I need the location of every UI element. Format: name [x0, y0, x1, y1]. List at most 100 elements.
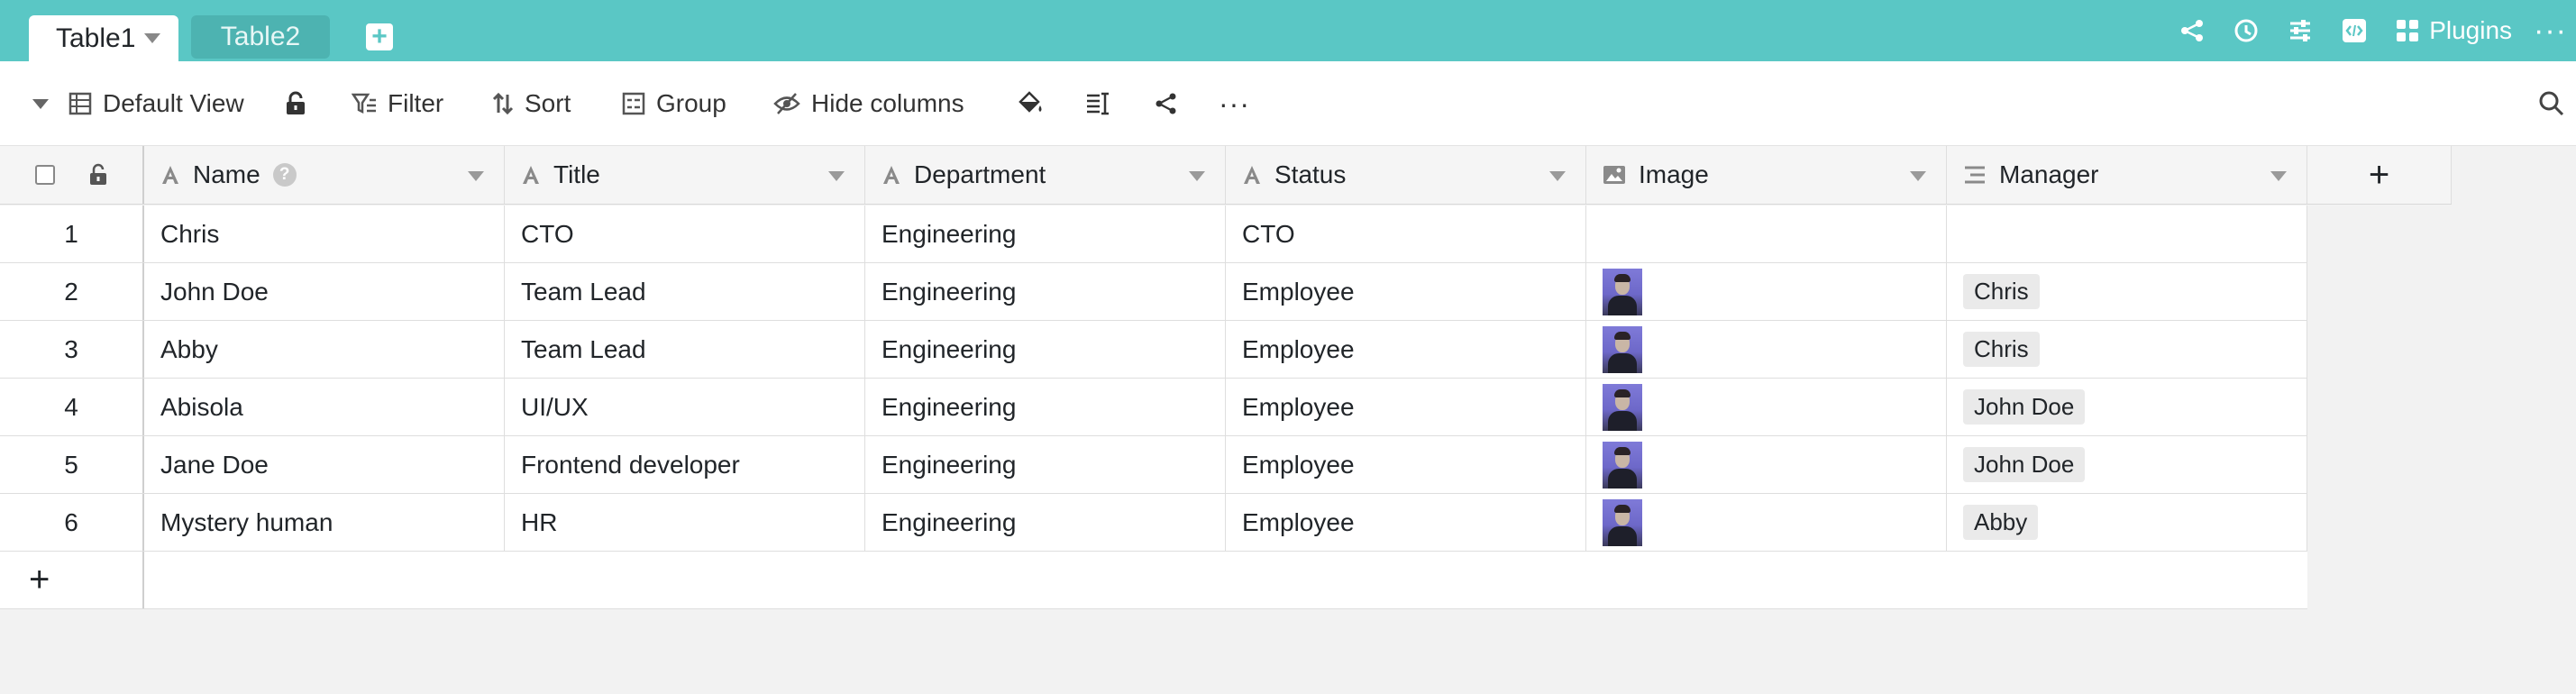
- cell-name[interactable]: John Doe: [144, 263, 505, 320]
- plugins-button[interactable]: Plugins: [2395, 16, 2512, 45]
- avatar-thumbnail[interactable]: [1603, 325, 1642, 373]
- chevron-down-icon[interactable]: [144, 33, 161, 43]
- cell-manager[interactable]: John Doe: [1947, 379, 2307, 435]
- column-header-name[interactable]: Name ?: [144, 146, 505, 204]
- unlock-icon[interactable]: [88, 163, 108, 187]
- table-row[interactable]: 3 Abby Team Lead Engineering Employee Chris: [0, 321, 2307, 379]
- hide-columns-button[interactable]: Hide columns: [773, 61, 964, 146]
- more-menu-icon[interactable]: ···: [2534, 14, 2567, 49]
- cell-title[interactable]: Frontend developer: [505, 436, 865, 493]
- column-header-manager[interactable]: Manager: [1947, 146, 2307, 204]
- manager-link-chip[interactable]: John Doe: [1963, 447, 2086, 482]
- more-options-icon[interactable]: ···: [1219, 61, 1250, 146]
- cell-manager[interactable]: John Doe: [1947, 436, 2307, 493]
- manager-link-chip[interactable]: Abby: [1963, 505, 2039, 540]
- column-label: Status: [1274, 160, 1347, 188]
- row-index[interactable]: 5: [0, 436, 144, 493]
- row-index[interactable]: 1: [0, 205, 144, 262]
- chevron-down-icon[interactable]: [828, 171, 845, 181]
- cell-department[interactable]: Engineering: [865, 263, 1226, 320]
- cell-image[interactable]: [1586, 205, 1947, 262]
- cell-department[interactable]: Engineering: [865, 205, 1226, 262]
- avatar-thumbnail[interactable]: [1603, 383, 1642, 431]
- plus-icon: +: [29, 560, 50, 599]
- table-row[interactable]: 5 Jane Doe Frontend developer Engineering Em…: [0, 436, 2307, 494]
- cell-title[interactable]: HR: [505, 494, 865, 551]
- view-selector[interactable]: Default View: [32, 61, 244, 146]
- row-index[interactable]: 3: [0, 321, 144, 378]
- cell-status[interactable]: Employee: [1226, 436, 1586, 493]
- manager-link-chip[interactable]: Chris: [1963, 274, 2040, 309]
- script-icon[interactable]: [2341, 17, 2368, 44]
- cell-department[interactable]: Engineering: [865, 436, 1226, 493]
- settings-sliders-icon[interactable]: [2287, 17, 2314, 44]
- cell-title[interactable]: Team Lead: [505, 263, 865, 320]
- help-icon[interactable]: ?: [272, 163, 297, 187]
- cell-title[interactable]: UI/UX: [505, 379, 865, 435]
- cell-status[interactable]: CTO: [1226, 205, 1586, 262]
- cell-manager[interactable]: [1947, 205, 2307, 262]
- cell-image[interactable]: [1586, 321, 1947, 378]
- add-column-button[interactable]: +: [2307, 146, 2452, 204]
- cell-status[interactable]: Employee: [1226, 263, 1586, 320]
- add-table-button[interactable]: +: [366, 23, 393, 50]
- filter-button[interactable]: Filter: [352, 61, 443, 146]
- avatar-thumbnail[interactable]: [1603, 268, 1642, 315]
- row-height-button[interactable]: [1085, 61, 1121, 146]
- column-header-department[interactable]: Department: [865, 146, 1226, 204]
- avatar-thumbnail[interactable]: [1603, 441, 1642, 489]
- cell-name[interactable]: Jane Doe: [144, 436, 505, 493]
- cell-manager[interactable]: Chris: [1947, 321, 2307, 378]
- add-row-button[interactable]: +: [0, 552, 144, 608]
- chevron-down-icon[interactable]: [468, 171, 484, 181]
- row-index[interactable]: 2: [0, 263, 144, 320]
- avatar-thumbnail[interactable]: [1603, 498, 1642, 546]
- tab-table2[interactable]: Table2: [191, 15, 330, 59]
- tab-table1[interactable]: Table1: [29, 15, 178, 61]
- history-icon[interactable]: [2233, 17, 2260, 44]
- cell-image[interactable]: [1586, 379, 1947, 435]
- cell-manager[interactable]: Abby: [1947, 494, 2307, 551]
- manager-link-chip[interactable]: John Doe: [1963, 389, 2086, 425]
- column-header-status[interactable]: Status: [1226, 146, 1586, 204]
- row-index[interactable]: 6: [0, 494, 144, 551]
- sort-button[interactable]: Sort: [492, 61, 571, 146]
- cell-title[interactable]: Team Lead: [505, 321, 865, 378]
- share-icon[interactable]: [2179, 17, 2206, 44]
- cell-department[interactable]: Engineering: [865, 379, 1226, 435]
- lock-view-button[interactable]: [285, 61, 317, 146]
- unlock-icon: [287, 91, 305, 114]
- cell-status[interactable]: Employee: [1226, 494, 1586, 551]
- cell-image[interactable]: [1586, 436, 1947, 493]
- chevron-down-icon[interactable]: [1189, 171, 1205, 181]
- table-row[interactable]: 1 Chris CTO Engineering CTO: [0, 205, 2307, 263]
- cell-manager[interactable]: Chris: [1947, 263, 2307, 320]
- cell-status[interactable]: Employee: [1226, 321, 1586, 378]
- cell-status[interactable]: Employee: [1226, 379, 1586, 435]
- manager-link-chip[interactable]: Chris: [1963, 332, 2040, 367]
- column-header-title[interactable]: Title: [505, 146, 865, 204]
- cell-name[interactable]: Abby: [144, 321, 505, 378]
- cell-name[interactable]: Chris: [144, 205, 505, 262]
- cell-image[interactable]: [1586, 494, 1947, 551]
- search-button[interactable]: [2538, 61, 2576, 146]
- table-row[interactable]: 4 Abisola UI/UX Engineering Employee John Doe: [0, 379, 2307, 436]
- chevron-down-icon[interactable]: [2270, 171, 2287, 181]
- row-color-button[interactable]: [1017, 61, 1055, 146]
- sort-icon: [492, 92, 514, 115]
- column-header-image[interactable]: Image: [1586, 146, 1947, 204]
- cell-name[interactable]: Abisola: [144, 379, 505, 435]
- table-row[interactable]: 6 Mystery human HR Engineering Employee Abby: [0, 494, 2307, 552]
- group-button[interactable]: Group: [622, 61, 726, 146]
- cell-department[interactable]: Engineering: [865, 321, 1226, 378]
- cell-title[interactable]: CTO: [505, 205, 865, 262]
- chevron-down-icon[interactable]: [1910, 171, 1926, 181]
- select-all-checkbox[interactable]: [34, 165, 55, 185]
- share-view-button[interactable]: [1154, 61, 1190, 146]
- chevron-down-icon[interactable]: [1549, 171, 1566, 181]
- cell-image[interactable]: [1586, 263, 1947, 320]
- table-row[interactable]: 2 John Doe Team Lead Engineering Employee Chr…: [0, 263, 2307, 321]
- row-index[interactable]: 4: [0, 379, 144, 435]
- cell-department[interactable]: Engineering: [865, 494, 1226, 551]
- cell-name[interactable]: Mystery human: [144, 494, 505, 551]
